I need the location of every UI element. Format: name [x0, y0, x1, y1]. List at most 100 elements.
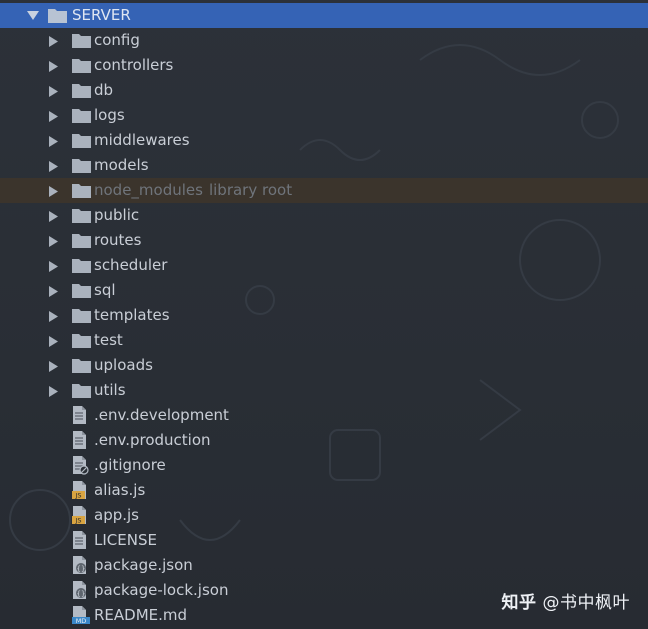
folder-icon: [72, 178, 92, 203]
tree-file-label: .env.development: [94, 406, 229, 424]
folder-icon: [72, 378, 92, 403]
folder-icon: [72, 153, 92, 178]
folder-icon: [72, 278, 92, 303]
tree-folder-label: public: [94, 206, 140, 224]
folder-icon: [72, 53, 92, 78]
tree-file-license[interactable]: LICENSE: [0, 528, 648, 553]
chevron-right-icon[interactable]: [49, 128, 61, 153]
chevron-right-icon[interactable]: [49, 278, 61, 303]
tree-folder-controllers[interactable]: controllers: [0, 53, 648, 78]
tree-file-label: .env.production: [94, 431, 211, 449]
tree-file-app-js[interactable]: JS app.js: [0, 503, 648, 528]
chevron-right-icon[interactable]: [49, 78, 61, 103]
tree-folder-uploads[interactable]: uploads: [0, 353, 648, 378]
folder-icon: [72, 303, 92, 328]
folder-icon: [72, 353, 92, 378]
markdown-file-icon: MD: [72, 603, 92, 628]
chevron-right-icon[interactable]: [49, 178, 61, 203]
chevron-right-icon[interactable]: [49, 103, 61, 128]
zhihu-watermark: 知乎 @书中枫叶: [502, 588, 631, 613]
tree-folder-sql[interactable]: sql: [0, 278, 648, 303]
folder-icon: [72, 253, 92, 278]
chevron-right-icon[interactable]: [49, 153, 61, 178]
gitignore-file-icon: [72, 453, 92, 478]
tree-folder-routes[interactable]: routes: [0, 228, 648, 253]
chevron-right-icon[interactable]: [49, 253, 61, 278]
tree-file-label: package.json: [94, 556, 193, 574]
tree-folder-models[interactable]: models: [0, 153, 648, 178]
tree-folder-label: routes: [94, 231, 142, 249]
file-tree: SERVER config controllers db logs middleware…: [0, 3, 648, 628]
tree-folder-label: logs: [94, 106, 125, 124]
chevron-right-icon[interactable]: [49, 53, 61, 78]
chevron-right-icon[interactable]: [49, 303, 61, 328]
tree-folder-db[interactable]: db: [0, 78, 648, 103]
folder-icon: [72, 328, 92, 353]
folder-icon: [72, 128, 92, 153]
tree-folder-label: db: [94, 81, 114, 99]
folder-icon: [72, 103, 92, 128]
chevron-down-icon[interactable]: [27, 3, 39, 28]
tree-folder-label: test: [94, 331, 123, 349]
tree-file-label: LICENSE: [94, 531, 157, 549]
tree-file-alias-js[interactable]: JS alias.js: [0, 478, 648, 503]
tree-file-label: alias.js: [94, 481, 146, 499]
tree-root-label: SERVER: [72, 6, 131, 24]
tree-folder-label: sql: [94, 281, 116, 299]
chevron-right-icon[interactable]: [49, 328, 61, 353]
tree-folder-scheduler[interactable]: scheduler: [0, 253, 648, 278]
tree-file-label: package-lock.json: [94, 581, 229, 599]
tree-folder-label: uploads: [94, 356, 153, 374]
json-file-icon: {}: [72, 553, 92, 578]
folder-icon: [72, 228, 92, 253]
watermark-handle: @书中枫叶: [542, 593, 630, 613]
text-file-icon: [72, 528, 92, 553]
chevron-right-icon[interactable]: [49, 28, 61, 53]
tree-folder-label: templates: [94, 306, 170, 324]
tree-folder-label: config: [94, 31, 140, 49]
svg-text:{}: {}: [77, 590, 86, 598]
zhihu-logo: 知乎: [501, 593, 537, 613]
chevron-right-icon[interactable]: [49, 378, 61, 403]
js-file-icon: JS: [72, 503, 92, 528]
tree-folder-config[interactable]: config: [0, 28, 648, 53]
json-file-icon: {}: [72, 578, 92, 603]
tree-folder-middlewares[interactable]: middlewares: [0, 128, 648, 153]
tree-folder-label: node_modules: [94, 181, 203, 199]
tree-root-server[interactable]: SERVER: [0, 3, 648, 28]
tree-folder-templates[interactable]: templates: [0, 303, 648, 328]
folder-icon: [72, 78, 92, 103]
tree-folder-utils[interactable]: utils: [0, 378, 648, 403]
library-root-hint: library root: [208, 181, 293, 199]
js-file-icon: JS: [72, 478, 92, 503]
chevron-right-icon[interactable]: [49, 228, 61, 253]
project-tree-panel: SERVER config controllers db logs middleware…: [0, 0, 648, 629]
tree-folder-label: middlewares: [94, 131, 190, 149]
text-file-icon: [72, 428, 92, 453]
tree-folder-test[interactable]: test: [0, 328, 648, 353]
tree-file-label: .gitignore: [94, 456, 166, 474]
tree-file-label: app.js: [94, 506, 139, 524]
tree-folder-label: utils: [94, 381, 126, 399]
tree-file-env-development[interactable]: .env.development: [0, 403, 648, 428]
tree-file-label: README.md: [94, 606, 188, 624]
folder-icon: [72, 203, 92, 228]
svg-text:JS: JS: [74, 517, 81, 525]
tree-folder-label: models: [94, 156, 149, 174]
chevron-right-icon[interactable]: [49, 203, 61, 228]
svg-text:{}: {}: [77, 565, 86, 573]
tree-file-package-json[interactable]: {} package.json: [0, 553, 648, 578]
tree-file-gitignore[interactable]: .gitignore: [0, 453, 648, 478]
folder-icon: [48, 3, 68, 28]
tree-folder-logs[interactable]: logs: [0, 103, 648, 128]
tree-folder-node-modules[interactable]: node_modules library root: [0, 178, 648, 203]
tree-file-env-production[interactable]: .env.production: [0, 428, 648, 453]
chevron-right-icon[interactable]: [49, 353, 61, 378]
tree-folder-label: controllers: [94, 56, 174, 74]
tree-folder-public[interactable]: public: [0, 203, 648, 228]
svg-text:MD: MD: [76, 617, 87, 625]
tree-folder-label: scheduler: [94, 256, 168, 274]
text-file-icon: [72, 403, 92, 428]
svg-text:JS: JS: [74, 492, 81, 500]
folder-icon: [72, 28, 92, 53]
